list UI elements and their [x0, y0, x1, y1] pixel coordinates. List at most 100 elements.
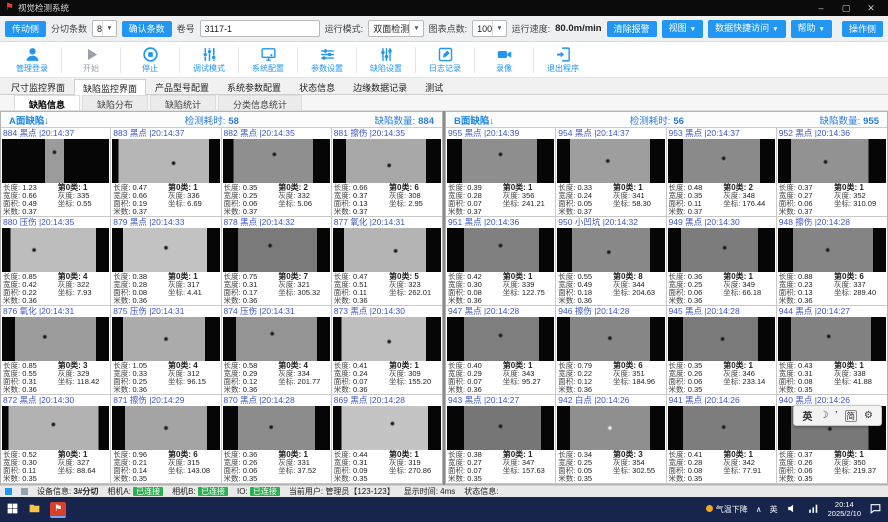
defect-image[interactable] [223, 228, 330, 272]
defect-cell[interactable]: 874 压伤 |20:14:31 长度: 0.58 宽度: 0.29 面积: 0… [222, 306, 332, 395]
sub-tab-1[interactable]: 缺陷分布 [82, 95, 148, 110]
defect-cell[interactable]: 876 氧化 |20:14:31 长度: 0.85 宽度: 0.55 面积: 0… [1, 306, 111, 395]
sub-tab-2[interactable]: 缺陷统计 [150, 95, 216, 110]
main-tab-2[interactable]: 产品型号配置 [146, 78, 218, 94]
defect-cell[interactable]: 943 黑点 |20:14:27 长度: 0.38 宽度: 0.27 面积: 0… [446, 395, 556, 484]
defect-cell[interactable]: 883 黑点 |20:14:37 长度: 0.47 宽度: 0.66 面积: 0… [111, 128, 221, 217]
defect-image[interactable] [223, 139, 330, 183]
defect-cell[interactable]: 945 黑点 |20:14:28 长度: 0.35 宽度: 0.26 面积: 0… [667, 306, 777, 395]
defect-image[interactable] [557, 406, 664, 450]
defect-image[interactable] [447, 317, 554, 361]
defect-image[interactable] [112, 317, 219, 361]
ime-simplified-toggle[interactable]: 简 [845, 410, 858, 422]
action-user-button[interactable]: 管理登录 [4, 45, 60, 74]
defect-image[interactable] [778, 228, 886, 272]
defect-cell[interactable]: 877 氧化 |20:14:31 长度: 0.47 宽度: 0.51 面积: 0… [332, 217, 442, 306]
defect-image[interactable] [447, 406, 554, 450]
ime-language-toggle[interactable]: 英 [802, 408, 812, 423]
main-tab-4[interactable]: 状态信息 [290, 78, 344, 94]
defect-image[interactable] [668, 317, 775, 361]
defect-image[interactable] [778, 317, 886, 361]
action-stop-button[interactable]: 停止 [122, 45, 178, 74]
defect-image[interactable] [333, 139, 441, 183]
action-debug-button[interactable]: 调试模式 [181, 45, 237, 74]
defect-image[interactable] [557, 228, 664, 272]
defect-cell[interactable]: 944 黑点 |20:14:27 长度: 0.43 宽度: 0.31 面积: 0… [777, 306, 887, 395]
moon-icon[interactable]: ☽ [819, 410, 828, 421]
defect-cell[interactable]: 872 黑点 |20:14:30 长度: 0.52 宽度: 0.30 面积: 0… [1, 395, 111, 484]
action-exit-button[interactable]: 退出程序 [535, 45, 591, 74]
defect-cell[interactable]: 948 擦伤 |20:14:28 长度: 0.88 宽度: 0.23 面积: 0… [777, 217, 887, 306]
slit-count-select[interactable]: 8 ▼ [92, 20, 117, 37]
defect-cell[interactable]: 942 白点 |20:14:26 长度: 0.34 宽度: 0.25 面积: 0… [556, 395, 666, 484]
defect-image[interactable] [668, 139, 775, 183]
defect-image[interactable] [557, 139, 664, 183]
apostrophe-key-icon[interactable]: ’ [835, 410, 837, 421]
sub-tab-3[interactable]: 分类信息统计 [218, 95, 302, 110]
defect-image[interactable] [668, 406, 775, 450]
weather-status[interactable]: 气温下降 [706, 504, 748, 515]
defect-cell[interactable]: 869 黑点 |20:14:28 长度: 0.44 宽度: 0.31 面积: 0… [332, 395, 442, 484]
defect-image[interactable] [668, 228, 775, 272]
defect-cell[interactable]: 954 黑点 |20:14:37 长度: 0.33 宽度: 0.24 面积: 0… [556, 128, 666, 217]
panel-a-title[interactable]: A面缺陷↓ [9, 113, 49, 127]
taskbar-clock[interactable]: 20:14 2025/2/10 [828, 501, 861, 518]
defect-cell[interactable]: 878 黑点 |20:14:32 长度: 0.75 宽度: 0.31 面积: 0… [222, 217, 332, 306]
main-tab-5[interactable]: 边缘数据记录 [344, 78, 416, 94]
main-tab-3[interactable]: 系统参数配置 [218, 78, 290, 94]
defect-image[interactable] [2, 139, 109, 183]
defect-cell[interactable]: 880 压伤 |20:14:35 长度: 0.85 宽度: 0.42 面积: 0… [1, 217, 111, 306]
defect-image[interactable] [223, 406, 330, 450]
defect-cell[interactable]: 947 黑点 |20:14:28 长度: 0.40 宽度: 0.29 面积: 0… [446, 306, 556, 395]
defect-image[interactable] [778, 139, 886, 183]
view-menu-button[interactable]: 视图▼ [662, 20, 703, 38]
start-button[interactable] [6, 502, 19, 517]
help-menu-button[interactable]: 帮助▼ [791, 20, 832, 38]
defect-image[interactable] [112, 139, 219, 183]
input-language-indicator[interactable]: 英 [770, 504, 778, 515]
data-quick-access-button[interactable]: 数据快捷访问▼ [708, 20, 785, 38]
action-levels-button[interactable]: 缺陷设置 [358, 45, 414, 74]
defect-image[interactable] [2, 317, 109, 361]
defect-cell[interactable]: 955 黑点 |20:14:39 长度: 0.39 宽度: 0.28 面积: 0… [446, 128, 556, 217]
defect-image[interactable] [333, 317, 441, 361]
main-tab-1[interactable]: 缺陷监控界面 [74, 79, 146, 95]
run-mode-select[interactable]: 双面检测 ▼ [368, 20, 423, 37]
defect-cell[interactable]: 952 黑点 |20:14:36 长度: 0.37 宽度: 0.27 面积: 0… [777, 128, 887, 217]
defect-image[interactable] [112, 406, 219, 450]
minimize-button[interactable]: – [809, 3, 833, 14]
action-log-button[interactable]: 日志记录 [417, 45, 473, 74]
action-monitor-button[interactable]: 系统配置 [240, 45, 296, 74]
tray-expand-chevron[interactable]: ∧ [756, 505, 762, 514]
confirm-count-button[interactable]: 确认条数 [122, 21, 172, 37]
defect-image[interactable] [2, 228, 109, 272]
main-tab-0[interactable]: 尺寸监控界面 [2, 78, 74, 94]
defect-image[interactable] [447, 228, 554, 272]
defect-cell[interactable]: 879 黑点 |20:14:33 长度: 0.38 宽度: 0.28 面积: 0… [111, 217, 221, 306]
defect-image[interactable] [223, 317, 330, 361]
defect-image[interactable] [2, 406, 109, 450]
sub-tab-0[interactable]: 缺陷信息 [14, 95, 80, 110]
action-play-button[interactable]: 开始 [63, 45, 119, 74]
defect-image[interactable] [333, 228, 441, 272]
defect-cell[interactable]: 951 黑点 |20:14:36 长度: 0.42 宽度: 0.30 面积: 0… [446, 217, 556, 306]
chart-points-select[interactable]: 100 ▼ [472, 20, 506, 37]
defect-cell[interactable]: 881 擦伤 |20:14:35 长度: 0.66 宽度: 0.37 面积: 0… [332, 128, 442, 217]
network-icon[interactable] [807, 502, 820, 517]
defect-cell[interactable]: 884 黑点 |20:14:37 长度: 1.23 宽度: 0.66 面积: 0… [1, 128, 111, 217]
close-button[interactable]: ✕ [859, 3, 883, 14]
volume-icon[interactable] [786, 502, 799, 517]
defect-cell[interactable]: 875 压伤 |20:14:31 长度: 1.05 宽度: 0.33 面积: 0… [111, 306, 221, 395]
maximize-button[interactable]: ▢ [834, 3, 858, 14]
defect-cell[interactable]: 946 擦伤 |20:14:28 长度: 0.79 宽度: 0.22 面积: 0… [556, 306, 666, 395]
drive-side-button[interactable]: 传动侧 [5, 21, 46, 37]
action-camera-button[interactable]: 录像 [476, 45, 532, 74]
roll-number-input[interactable] [200, 20, 320, 37]
operator-side-button[interactable]: 操作侧 [842, 21, 883, 37]
defect-cell[interactable]: 871 擦伤 |20:14:29 长度: 0.96 宽度: 0.21 面积: 0… [111, 395, 221, 484]
defect-cell[interactable]: 949 黑点 |20:14:30 长度: 0.36 宽度: 0.25 面积: 0… [667, 217, 777, 306]
defect-image[interactable] [557, 317, 664, 361]
panel-b-title[interactable]: B面缺陷↓ [454, 113, 494, 127]
defect-cell[interactable]: 882 黑点 |20:14:35 长度: 0.35 宽度: 0.25 面积: 0… [222, 128, 332, 217]
defect-image[interactable] [112, 228, 219, 272]
